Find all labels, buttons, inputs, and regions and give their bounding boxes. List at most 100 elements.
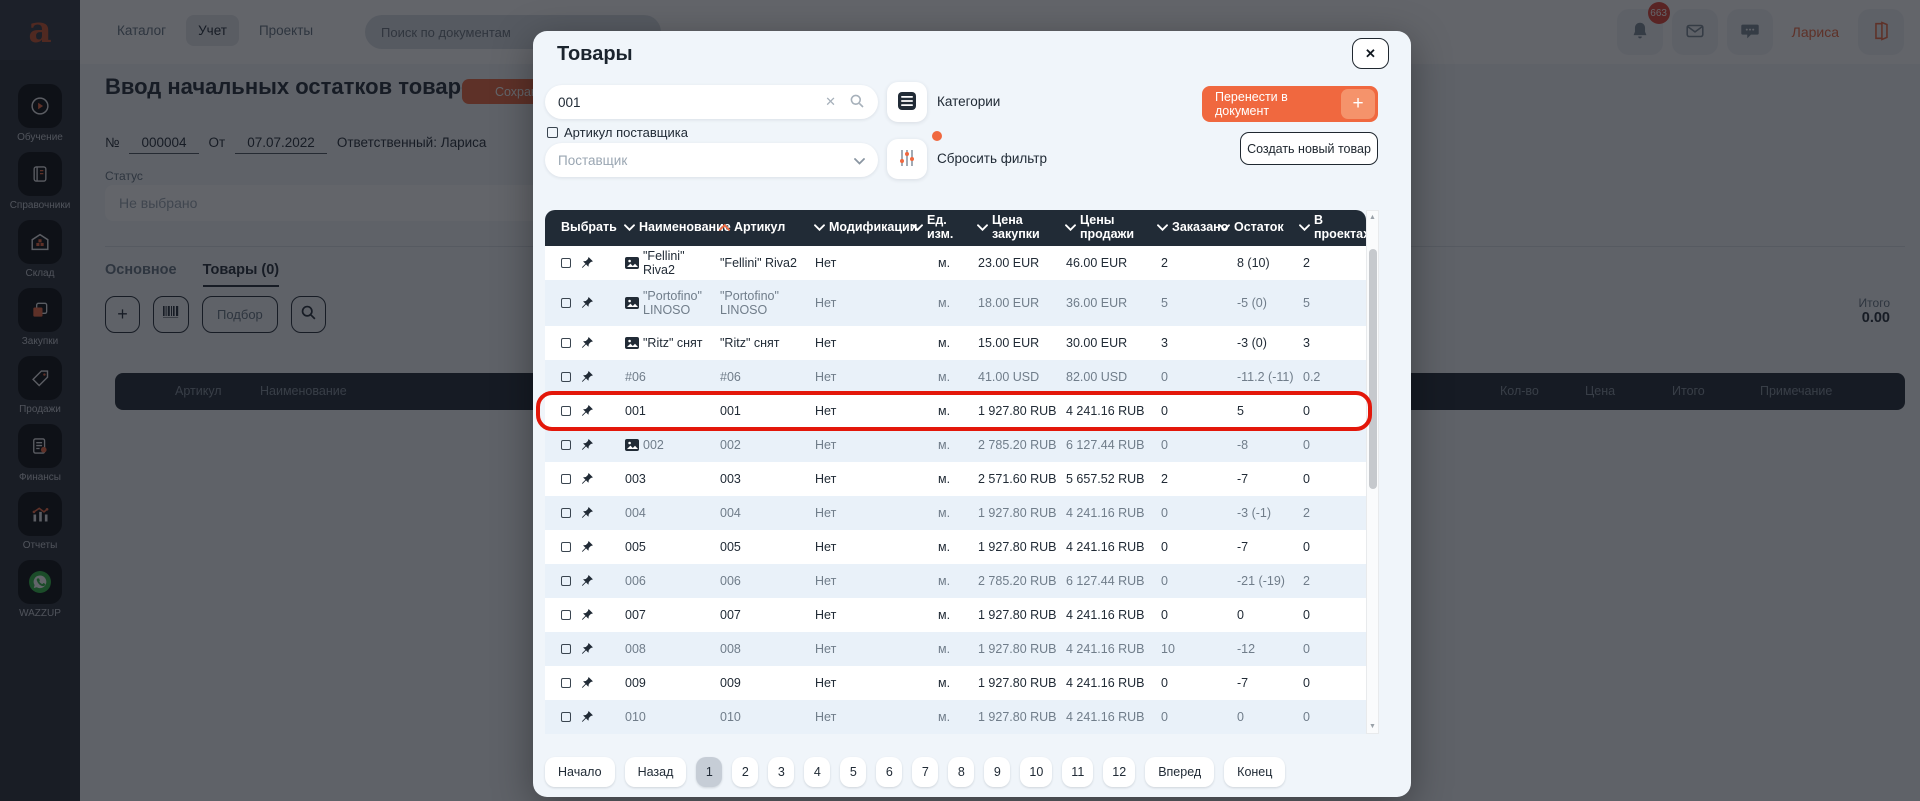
table-row[interactable]: 003003Нетм.2 571.60 RUB5 657.52 RUB2-70 (545, 462, 1366, 496)
pagination-first-button[interactable]: Начало (545, 757, 615, 787)
row-checkbox[interactable] (561, 644, 571, 654)
column-header-name[interactable]: Наименование (620, 221, 715, 235)
column-header-ordered[interactable]: Заказано (1153, 221, 1215, 235)
pin-icon[interactable] (580, 404, 594, 418)
pin-icon[interactable] (580, 336, 594, 350)
search-icon[interactable] (849, 93, 865, 112)
table-row[interactable]: "Fellini" Riva2"Fellini" Riva2Нетм.23.00… (545, 246, 1366, 280)
pin-icon[interactable] (580, 642, 594, 656)
row-checkbox[interactable] (561, 298, 571, 308)
page-button-5[interactable]: 5 (840, 757, 866, 787)
pin-icon[interactable] (580, 506, 594, 520)
page-button-3[interactable]: 3 (768, 757, 794, 787)
sort-desc-icon[interactable] (814, 221, 825, 235)
row-checkbox[interactable] (561, 678, 571, 688)
pin-icon[interactable] (580, 438, 594, 452)
scrollbar-thumb[interactable] (1369, 249, 1377, 489)
page-button-4[interactable]: 4 (804, 757, 830, 787)
pin-icon[interactable] (580, 574, 594, 588)
table-row[interactable]: 009009Нетм.1 927.80 RUB4 241.16 RUB0-70 (545, 666, 1366, 700)
column-header-stock[interactable]: Остаток (1215, 221, 1295, 235)
row-checkbox[interactable] (561, 406, 571, 416)
pin-icon[interactable] (580, 608, 594, 622)
transfer-plus-icon[interactable]: + (1341, 89, 1375, 119)
product-search-input[interactable]: 001 ✕ (545, 85, 878, 119)
modal-close-button[interactable]: ✕ (1352, 38, 1389, 69)
table-row[interactable]: 006006Нетм.2 785.20 RUB6 127.44 RUB0-21 … (545, 564, 1366, 598)
scroll-down-icon[interactable]: ▼ (1367, 723, 1378, 730)
column-header-sale-price[interactable]: Цены продажи (1061, 214, 1153, 242)
row-checkbox[interactable] (561, 542, 571, 552)
page-button-7[interactable]: 7 (912, 757, 938, 787)
page-button-2[interactable]: 2 (732, 757, 758, 787)
page-button-11[interactable]: 11 (1062, 757, 1093, 787)
table-row[interactable]: 008008Нетм.1 927.80 RUB4 241.16 RUB10-12… (545, 632, 1366, 666)
sort-asc-icon[interactable] (719, 221, 730, 235)
supplier-article-checkbox[interactable] (547, 127, 558, 138)
column-header-purchase-price[interactable]: Цена закупки (973, 214, 1061, 242)
pin-icon[interactable] (580, 256, 594, 270)
transfer-to-document-button[interactable]: Перенести в документ + (1202, 86, 1378, 122)
row-checkbox[interactable] (561, 508, 571, 518)
table-row[interactable]: 002002Нетм.2 785.20 RUB6 127.44 RUB0-80 (545, 428, 1366, 462)
scroll-up-icon[interactable]: ▲ (1367, 214, 1378, 221)
reset-filter-button[interactable] (887, 139, 927, 179)
clear-search-icon[interactable]: ✕ (825, 94, 836, 110)
product-image-icon[interactable] (625, 257, 639, 269)
column-header-select[interactable]: Выбрать (545, 221, 620, 235)
categories-label[interactable]: Категории (937, 94, 1000, 109)
pin-icon[interactable] (580, 296, 594, 310)
row-checkbox[interactable] (561, 576, 571, 586)
product-image-icon[interactable] (625, 297, 639, 309)
table-row[interactable]: 001001Нетм.1 927.80 RUB4 241.16 RUB050 (545, 394, 1366, 428)
row-checkbox[interactable] (561, 372, 571, 382)
pagination-prev-button[interactable]: Назад (625, 757, 687, 787)
sort-desc-icon[interactable] (977, 221, 988, 235)
create-product-button[interactable]: Создать новый товар (1240, 132, 1378, 165)
pin-icon[interactable] (580, 710, 594, 724)
row-checkbox[interactable] (561, 440, 571, 450)
pagination-next-button[interactable]: Вперед (1145, 757, 1214, 787)
column-header-unit[interactable]: Ед. изм. (908, 214, 973, 242)
categories-button[interactable] (887, 82, 927, 122)
pagination-last-button[interactable]: Конец (1224, 757, 1285, 787)
sort-desc-icon[interactable] (1157, 221, 1168, 235)
supplier-article-checkbox-row[interactable]: Артикул поставщика (547, 125, 688, 140)
table-row[interactable]: 010010Нетм.1 927.80 RUB4 241.16 RUB000 (545, 700, 1366, 734)
column-header-in-projects[interactable]: В проектах (1295, 214, 1366, 242)
reset-filter-label[interactable]: Сбросить фильтр (937, 151, 1047, 166)
pin-icon[interactable] (580, 540, 594, 554)
page-button-10[interactable]: 10 (1020, 757, 1052, 787)
page-button-1[interactable]: 1 (696, 757, 722, 787)
pin-icon[interactable] (580, 676, 594, 690)
table-row[interactable]: 004004Нетм.1 927.80 RUB4 241.16 RUB0-3 (… (545, 496, 1366, 530)
page-button-8[interactable]: 8 (948, 757, 974, 787)
product-image-icon[interactable] (625, 337, 639, 349)
sort-desc-icon[interactable] (1065, 221, 1076, 235)
table-row[interactable]: #06#06Нетм.41.00 USD82.00 USD0-11.2 (-11… (545, 360, 1366, 394)
page-button-6[interactable]: 6 (876, 757, 902, 787)
column-header-modifications[interactable]: Модификации (810, 221, 908, 235)
column-header-article[interactable]: Артикул (715, 221, 810, 235)
product-image-icon[interactable] (625, 439, 639, 451)
table-row[interactable]: 005005Нетм.1 927.80 RUB4 241.16 RUB0-70 (545, 530, 1366, 564)
row-checkbox[interactable] (561, 610, 571, 620)
pin-icon[interactable] (580, 370, 594, 384)
pin-icon[interactable] (580, 472, 594, 486)
row-checkbox[interactable] (561, 474, 571, 484)
table-row[interactable]: 007007Нетм.1 927.80 RUB4 241.16 RUB000 (545, 598, 1366, 632)
sort-desc-icon[interactable] (1219, 221, 1230, 235)
sort-desc-icon[interactable] (624, 221, 635, 235)
page-button-12[interactable]: 12 (1103, 757, 1135, 787)
sort-desc-icon[interactable] (912, 221, 923, 235)
page-button-9[interactable]: 9 (984, 757, 1010, 787)
supplier-select[interactable]: Поставщик (545, 143, 878, 177)
row-checkbox[interactable] (561, 258, 571, 268)
table-row[interactable]: "Ritz" снят"Ritz" снятНетм.15.00 EUR30.0… (545, 326, 1366, 360)
table-scrollbar[interactable]: ▲ ▼ (1366, 210, 1379, 734)
row-checkbox[interactable] (561, 338, 571, 348)
modifications-cell: Нет (810, 370, 908, 384)
row-checkbox[interactable] (561, 712, 571, 722)
table-row[interactable]: "Portofino" LINOSO"Portofino" LINOSOНетм… (545, 280, 1366, 326)
sort-desc-icon[interactable] (1299, 221, 1310, 235)
